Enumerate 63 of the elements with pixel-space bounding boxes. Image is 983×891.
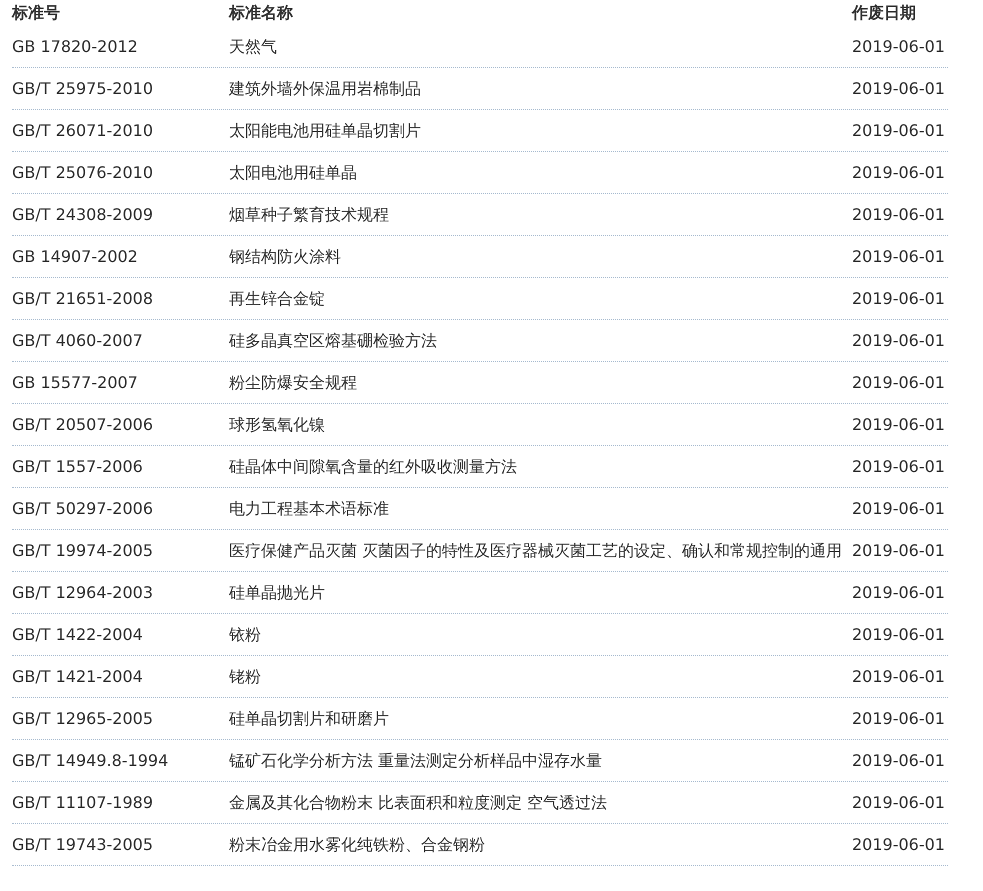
table-cell-text: GB/T 1421-2004	[12, 666, 144, 688]
table-cell-text: GB/T 4060-2007	[12, 330, 144, 352]
table-cell-text: GB/T 21651-2008	[12, 288, 154, 310]
table-cell-text: 粉尘防爆安全规程	[229, 372, 358, 394]
table-cell-text: 2019-06-01	[852, 666, 946, 688]
table-cell-text: 锰矿石化学分析方法 重量法测定分析样品中湿存水量	[229, 750, 604, 772]
table-cell-text: GB/T 1422-2004	[12, 624, 144, 646]
table-cell-text: 硅多晶真空区熔基硼检验方法	[229, 330, 438, 352]
table-cell-text: 2019-06-01	[852, 204, 946, 226]
table-cell-text: 2019-06-01	[852, 582, 946, 604]
table-cell-text: 建筑外墙外保温用岩棉制品	[229, 78, 422, 100]
table-cell-text: 2019-06-01	[852, 162, 946, 184]
table-cell-text: 球形氢氧化镍	[229, 414, 326, 436]
table-cell-text: 医疗保健产品灭菌 灭菌因子的特性及医疗器械灭菌工艺的设定、确认和常规控制的通用	[229, 540, 844, 562]
table-cell-text: GB 17820-2012	[12, 36, 139, 58]
table-cell-text: 硅单晶切割片和研磨片	[229, 708, 390, 730]
table-cell-text: 2019-06-01	[852, 246, 946, 268]
table-cell-text: GB/T 26071-2010	[12, 120, 154, 142]
table-cell-text: 2019-06-01	[852, 792, 946, 814]
table-cell-text: 太阳电池用硅单晶	[229, 162, 358, 184]
table-cell-text: GB 15577-2007	[12, 372, 139, 394]
table-cell-text: GB/T 20507-2006	[12, 414, 154, 436]
table-cell-text: GB/T 25076-2010	[12, 162, 154, 184]
table-cell-text: GB 14907-2002	[12, 246, 139, 268]
table-cell-text: 2019-06-01	[852, 750, 946, 772]
table-cell-text: 2019-06-01	[852, 36, 946, 58]
table-cell-text: 2019-06-01	[852, 624, 946, 646]
table-cell-text: 粉末冶金用水雾化纯铁粉、合金钢粉	[229, 834, 486, 856]
table-cell-text: GB/T 12964-2003	[12, 582, 154, 604]
table-cell-text: 铱粉	[229, 624, 262, 646]
table-cell-text: 2019-06-01	[852, 540, 946, 562]
table-cell-text: 2019-06-01	[852, 372, 946, 394]
table-cell-text: GB/T 24308-2009	[12, 204, 154, 226]
table-cell-text: 2019-06-01	[852, 498, 946, 520]
table-cell-text: 太阳能电池用硅单晶切割片	[229, 120, 422, 142]
column-header: 标准名称	[229, 3, 294, 23]
table-cell-text: 钢结构防火涂料	[229, 246, 342, 268]
column-header: 作废日期	[852, 3, 917, 23]
table-cell-text: GB/T 12965-2005	[12, 708, 154, 730]
table-cell-text: GB/T 19974-2005	[12, 540, 154, 562]
table-cell-text: 2019-06-01	[852, 708, 946, 730]
table-cell-text: GB/T 1557-2006	[12, 456, 144, 478]
table-cell-text: 2019-06-01	[852, 456, 946, 478]
table-cell-text: 天然气	[229, 36, 278, 58]
table-cell-text: 电力工程基本术语标准	[229, 498, 390, 520]
column-header: 标准号	[12, 3, 61, 23]
table-cell-text: GB/T 25975-2010	[12, 78, 154, 100]
table-cell-text: 2019-06-01	[852, 288, 946, 310]
table-cell-text: GB/T 11107-1989	[12, 792, 154, 814]
table-cell-text: 硅晶体中间隙氧含量的红外吸收测量方法	[229, 456, 518, 478]
table-cell-text: 2019-06-01	[852, 414, 946, 436]
table-cell-text: 2019-06-01	[852, 78, 946, 100]
table-cell-text: 烟草种子繁育技术规程	[229, 204, 390, 226]
table-cell-text: GB/T 50297-2006	[12, 498, 154, 520]
table-cell-text: 2019-06-01	[852, 834, 946, 856]
table-cell-text: GB/T 19743-2005	[12, 834, 154, 856]
table-cell-text: 铑粉	[229, 666, 262, 688]
table-cell-text: GB/T 14949.8-1994	[12, 750, 170, 772]
table-cell-text: 金属及其化合物粉末 比表面积和粒度测定 空气透过法	[229, 792, 608, 814]
table-cell-text: 2019-06-01	[852, 330, 946, 352]
table-cell-text: 2019-06-01	[852, 120, 946, 142]
table-cell-text: 再生锌合金锭	[229, 288, 326, 310]
table-cell-text: 硅单晶抛光片	[229, 582, 326, 604]
